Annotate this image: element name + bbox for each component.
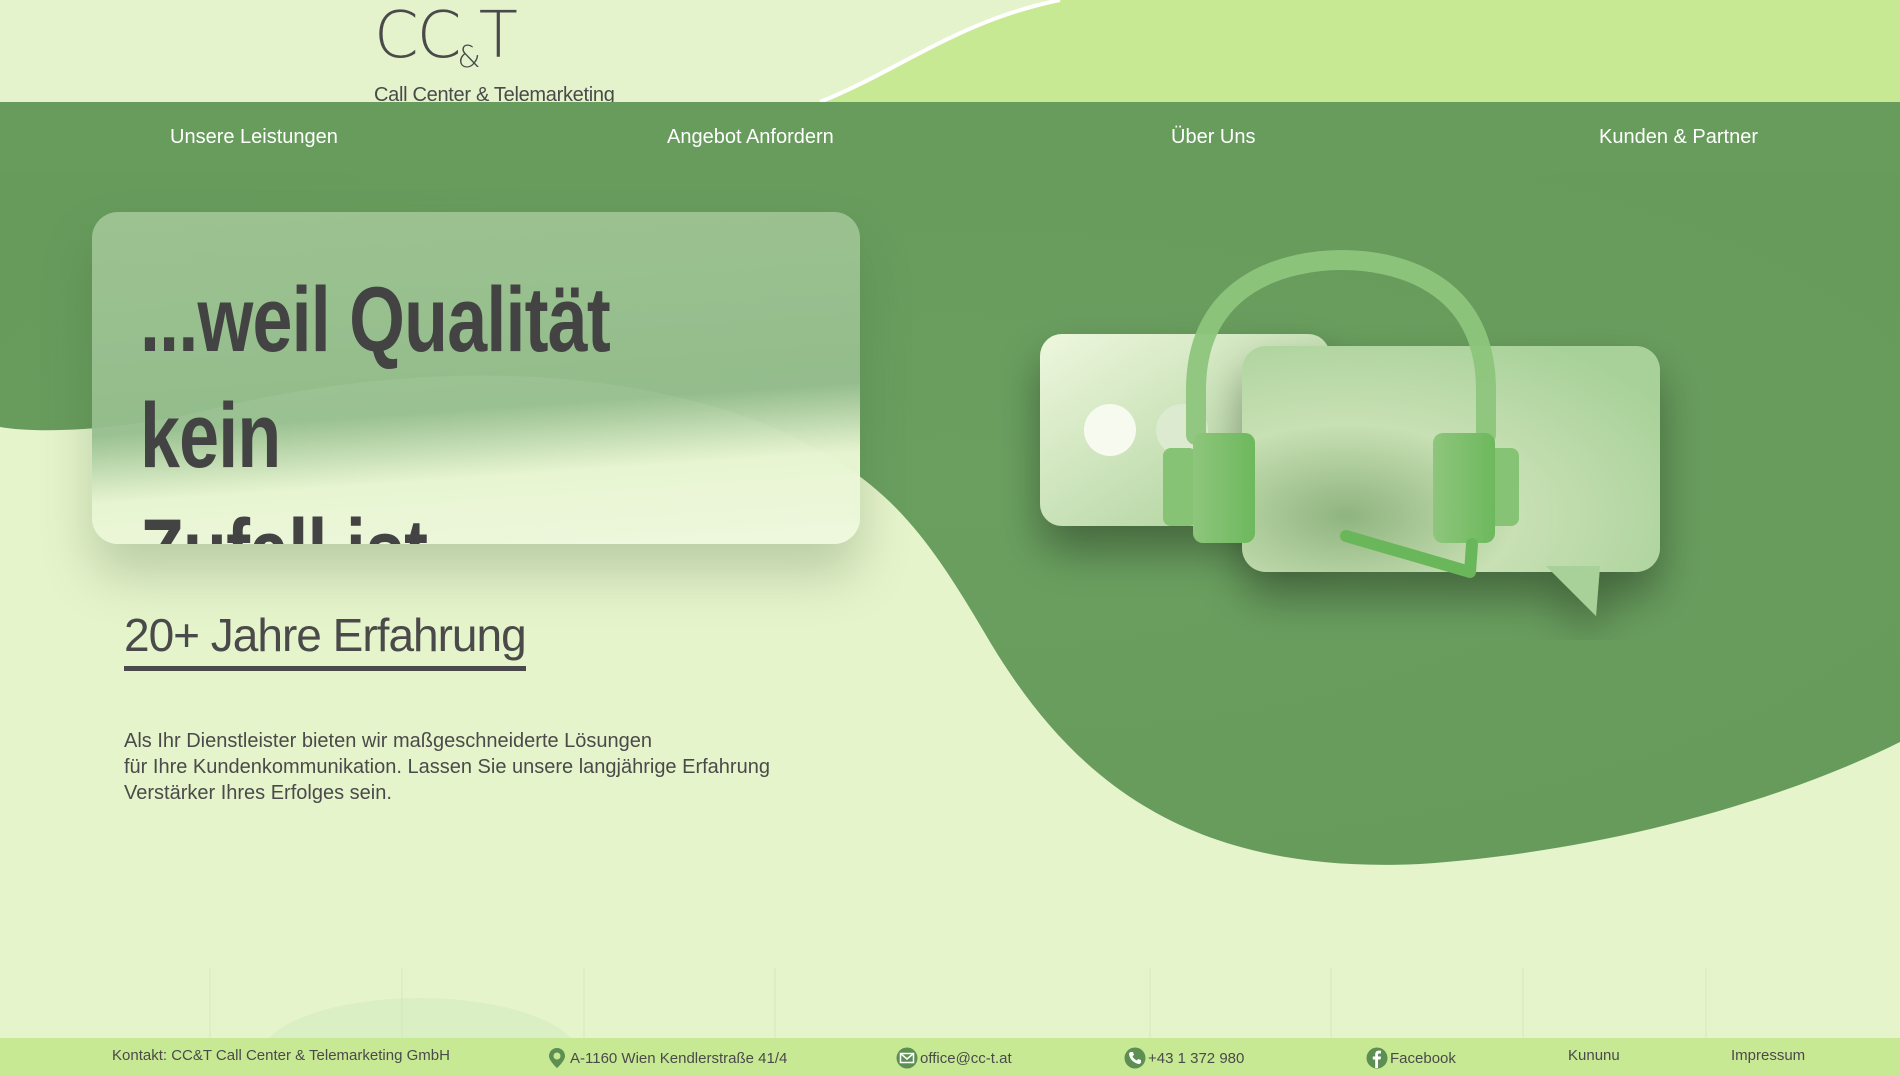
phone-icon [1124, 1047, 1146, 1069]
headline-card: ...weil Qualität kein Zufall ist. [92, 212, 860, 544]
headline: ...weil Qualität kein Zufall ist. [140, 262, 686, 544]
map-pin-icon [549, 1048, 565, 1068]
footer-email[interactable]: office@cc-t.at [896, 1047, 1012, 1069]
logo[interactable]: CC&T Call Center & Telemarketing [374, 4, 615, 102]
header: CC&T Call Center & Telemarketing [0, 0, 1900, 102]
footer-kununu-text: Kununu [1568, 1047, 1620, 1064]
description-line-1: Als Ihr Dienstleister bieten wir maßgesc… [124, 730, 653, 752]
headline-line-1: ...weil Qualität kein [140, 269, 611, 487]
footer-impressum[interactable]: Impressum [1731, 1047, 1805, 1064]
headset-chat-icon [1040, 249, 1660, 616]
footer-address-text: A-1160 Wien Kendlerstraße 41/4 [570, 1049, 788, 1067]
footer-address[interactable]: A-1160 Wien Kendlerstraße 41/4 [546, 1047, 787, 1069]
nav-item-angebot[interactable]: Angebot Anfordern [667, 126, 834, 149]
footer-facebook[interactable]: Facebook [1366, 1047, 1456, 1069]
footer-contact-text: Kontakt: CC&T Call Center & Telemarketin… [112, 1047, 450, 1064]
footer-contact: Kontakt: CC&T Call Center & Telemarketin… [112, 1047, 450, 1064]
footer-decoration [209, 968, 1707, 1040]
footer-phone-text: +43 1 372 980 [1148, 1049, 1245, 1067]
main-nav: Unsere Leistungen Angebot Anfordern Über… [0, 102, 1900, 174]
logo-mark: CC&T [374, 0, 518, 75]
experience-heading: 20+ Jahre Erfahrung [124, 608, 527, 671]
facebook-icon [1366, 1047, 1388, 1069]
nav-item-kunden-partner[interactable]: Kunden & Partner [1599, 126, 1758, 149]
footer-impressum-text: Impressum [1731, 1047, 1806, 1064]
description-line-2: für Ihre Kundenkommunikation. Lassen Sie… [124, 756, 770, 778]
description: Als Ihr Dienstleister bieten wir maßgesc… [124, 728, 784, 806]
footer-kununu[interactable]: Kununu [1568, 1047, 1620, 1064]
footer: Kontakt: CC&T Call Center & Telemarketin… [0, 1038, 1900, 1076]
footer-facebook-text: Facebook [1390, 1049, 1456, 1067]
nav-item-leistungen[interactable]: Unsere Leistungen [170, 126, 338, 149]
envelope-icon [896, 1047, 918, 1069]
header-wave [819, 0, 1900, 102]
headline-line-2: Zufall ist. [140, 501, 447, 544]
footer-phone[interactable]: +43 1 372 980 [1124, 1047, 1244, 1069]
footer-email-text: office@cc-t.at [920, 1049, 1012, 1067]
logo-subtitle: Call Center & Telemarketing [374, 84, 615, 102]
nav-item-ueber-uns[interactable]: Über Uns [1171, 126, 1255, 149]
description-line-3: Verstärker Ihres Erfolges sein. [124, 782, 392, 804]
